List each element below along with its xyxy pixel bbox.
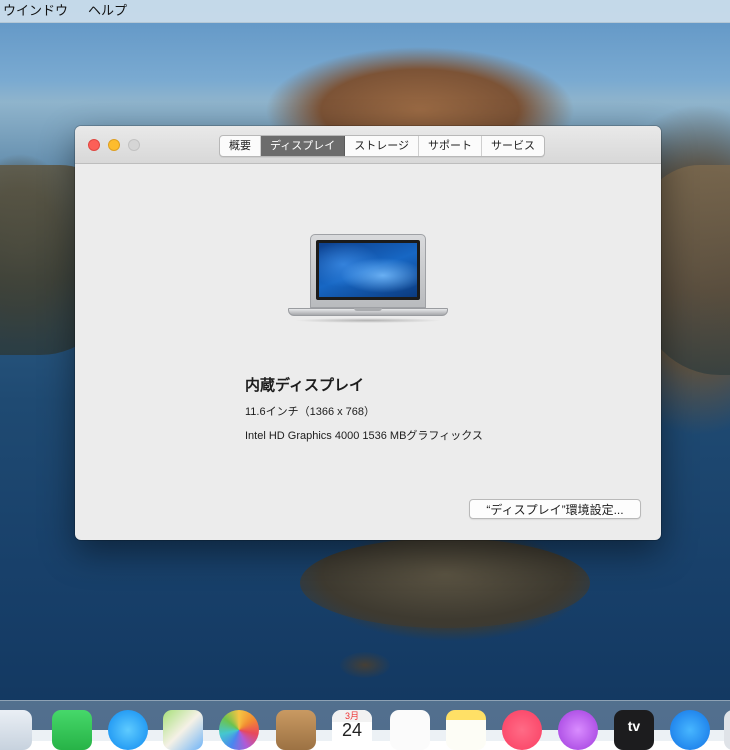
display-title: 内蔵ディスプレイ [245, 377, 364, 394]
menu-window[interactable]: ウインドウ [0, 0, 74, 22]
facetime-app-icon[interactable] [52, 710, 92, 750]
laptop-bezel [316, 240, 420, 300]
tv-label: tv [627, 718, 641, 734]
laptop-lid [310, 234, 426, 308]
tv-app-icon[interactable]: tv [614, 710, 654, 750]
laptop-icon [288, 234, 448, 324]
photos-app-icon[interactable] [219, 710, 259, 750]
display-preferences-button[interactable]: “ディスプレイ”環境設定... [469, 499, 641, 519]
laptop-notch [354, 308, 382, 311]
app-store-icon[interactable] [670, 710, 710, 750]
notes-app-icon[interactable] [446, 710, 486, 750]
tab-support[interactable]: サポート [419, 136, 483, 156]
menu-bar: ウインドウ ヘルプ [0, 0, 730, 23]
window-titlebar[interactable]: 概要 ディスプレイ ストレージ サポート サービス [75, 126, 661, 164]
display-info: 内蔵ディスプレイ 11.6インチ（1366 x 768） Intel HD Gr… [245, 374, 483, 451]
displays-pane: 内蔵ディスプレイ 11.6インチ（1366 x 768） Intel HD Gr… [75, 164, 661, 540]
laptop-shadow [294, 318, 442, 323]
laptop-screen [319, 243, 417, 297]
maps-app-icon[interactable] [163, 710, 203, 750]
music-app-icon[interactable] [502, 710, 542, 750]
calendar-app-icon[interactable]: 3月 24 [332, 710, 372, 750]
tab-overview[interactable]: 概要 [220, 136, 261, 156]
display-size-resolution: 11.6インチ（1366 x 768） [245, 406, 376, 418]
dock-extra-icon[interactable] [724, 710, 730, 750]
close-button[interactable] [88, 139, 100, 151]
wallpaper-rock-small [340, 652, 390, 678]
tab-service[interactable]: サービス [482, 136, 544, 156]
reminders-app-icon[interactable] [390, 710, 430, 750]
mail-app-icon[interactable] [0, 710, 32, 750]
zoom-button [128, 139, 140, 151]
podcasts-app-icon[interactable] [558, 710, 598, 750]
calendar-day: 24 [341, 720, 363, 740]
minimize-button[interactable] [108, 139, 120, 151]
contacts-app-icon[interactable] [276, 710, 316, 750]
display-graphics: Intel HD Graphics 4000 1536 MBグラフィックス [245, 430, 483, 442]
menu-help[interactable]: ヘルプ [82, 0, 133, 22]
about-this-mac-window: 概要 ディスプレイ ストレージ サポート サービス 内蔵ディスプレイ 11.6イ… [75, 126, 661, 540]
tab-storage[interactable]: ストレージ [345, 136, 420, 156]
tab-bar: 概要 ディスプレイ ストレージ サポート サービス [219, 135, 546, 157]
wallpaper-rocks [300, 538, 590, 628]
safari-app-icon[interactable] [108, 710, 148, 750]
tab-displays[interactable]: ディスプレイ [261, 136, 346, 156]
